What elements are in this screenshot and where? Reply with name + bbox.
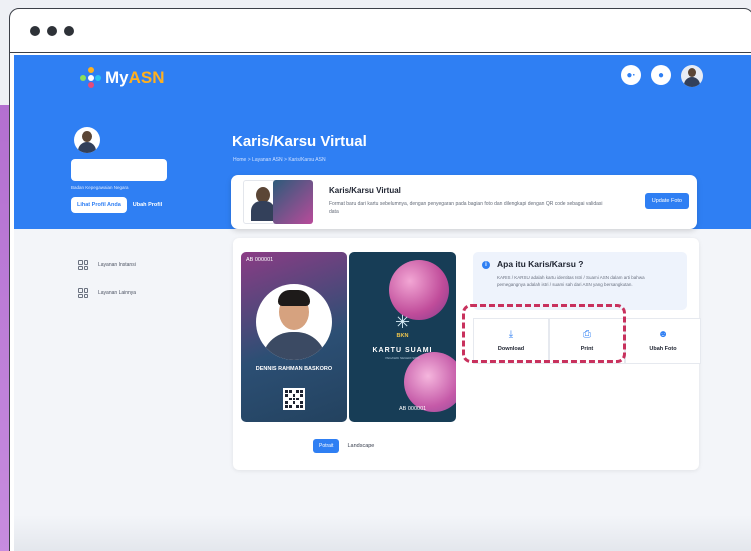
info-box: i Apa itu Karis/Karsu ? KARIS / KARSU ad…	[473, 252, 687, 310]
banner-title: Karis/Karsu Virtual	[329, 186, 401, 195]
info-icon: i	[482, 261, 490, 269]
browser-chrome	[10, 9, 751, 53]
grid-icon	[78, 288, 88, 298]
app-logo[interactable]: My ASN	[80, 65, 165, 91]
card-back-subtitle: PEGAWAI NEGERI SIPIL	[385, 356, 420, 360]
sidebar: Layanan Instansi Layanan Lainnya	[78, 260, 136, 316]
top-icons: ●· ●	[621, 65, 703, 87]
window-dot-icon[interactable]	[47, 25, 57, 36]
orientation-toggle: Potrait Landscape	[313, 439, 374, 453]
card-photo	[256, 284, 332, 360]
card-back-title: KARTU SUAMI	[372, 347, 433, 354]
card-back: ✳ BKN KARTU SUAMI PEGAWAI NEGERI SIPIL A…	[349, 252, 456, 422]
logo-text-prefix: My	[105, 68, 129, 87]
change-photo-label: Ubah Foto	[649, 346, 677, 352]
notification-icon[interactable]: ●	[651, 65, 671, 85]
user-avatar[interactable]	[681, 65, 703, 87]
banner-description: Format baru dari kartu sebelumnya, denga…	[329, 201, 603, 215]
bottom-fade	[14, 515, 751, 551]
card-front-code: AB 000001	[246, 257, 274, 263]
user-icon: ☻	[657, 329, 669, 340]
sidebar-item-label: Layanan Instansi	[98, 262, 136, 268]
page: MyASN ●· ● Badan Kepegawaian Negara Lih	[14, 55, 751, 551]
page-title: Karis/Karsu Virtual	[232, 133, 367, 150]
update-photo-button[interactable]: Update Foto	[644, 193, 689, 209]
edit-profile-link[interactable]: Ubah Profil	[133, 202, 162, 208]
hero-header: MyASN ●· ● Badan Kepegawaian Negara Lih	[14, 55, 751, 229]
card-front: AB 000001 DENNIS RAHMAN BASKORO	[241, 252, 347, 422]
profile-name-box	[71, 159, 167, 181]
sidebar-item-layanan-instansi[interactable]: Layanan Instansi	[78, 260, 136, 270]
sidebar-item-layanan-lainnya[interactable]: Layanan Lainnya	[78, 288, 136, 298]
qr-code-icon	[283, 388, 305, 410]
portrait-button[interactable]: Potrait	[313, 439, 340, 453]
grid-icon	[78, 260, 88, 270]
card-holder-name: DENNIS RAHMAN BASKORO	[255, 366, 333, 372]
bkn-star-icon: ✳	[394, 312, 411, 332]
logo-mark-icon	[80, 67, 102, 89]
view-profile-button[interactable]: Lihat Profil Anda	[71, 197, 127, 213]
profile-avatar	[74, 127, 100, 153]
toggle-icon[interactable]: ●·	[621, 65, 641, 85]
sidebar-item-label: Layanan Lainnya	[98, 290, 137, 296]
feature-banner: Karis/Karsu Virtual Format baru dari kar…	[231, 175, 697, 229]
profile-buttons: Lihat Profil Anda Ubah Profil	[71, 197, 201, 213]
bkn-logo: ✳ BKN	[349, 312, 456, 339]
info-title: Apa itu Karis/Karsu ?	[497, 259, 584, 269]
landscape-button[interactable]: Landscape	[347, 443, 374, 449]
profile-agency: Badan Kepegawaian Negara	[71, 185, 129, 190]
browser-window: MyASN ●· ● Badan Kepegawaian Negara Lih	[9, 8, 751, 551]
window-dot-icon[interactable]	[30, 25, 40, 36]
info-description: KARIS / KARSU adalah kartu identitas Ist…	[497, 275, 645, 287]
logo-text-suffix: ASN	[128, 68, 165, 87]
breadcrumb[interactable]: Home > Layanan ASN > Karis/Karsu ASN	[233, 157, 326, 163]
profile-panel: Badan Kepegawaian Negara Lihat Profil An…	[71, 127, 201, 213]
window-dot-icon[interactable]	[64, 25, 74, 36]
bkn-text: BKN	[396, 333, 409, 339]
card-back-code: AB 000001	[399, 406, 427, 412]
change-photo-button[interactable]: ☻ Ubah Foto	[625, 318, 701, 364]
highlight-outline	[462, 304, 626, 363]
banner-card-preview	[243, 180, 321, 224]
